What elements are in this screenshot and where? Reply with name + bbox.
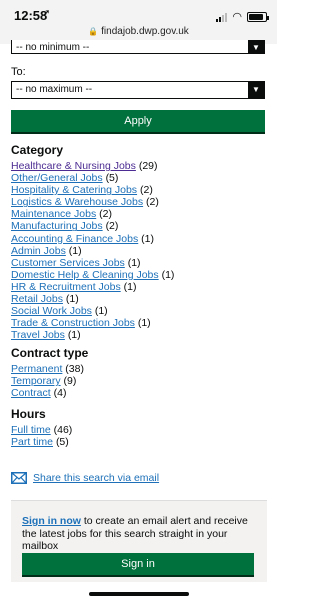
count: (46) [53,424,73,436]
maximum-select-value: -- no maximum -- [16,84,93,95]
list-item: Customer Services Jobs (1) [11,257,174,269]
contract-link[interactable]: Temporary [11,375,61,387]
status-bar: 12:58 ➚ ◠ 🔒 findajob.dwp.gov.uk [0,0,277,44]
category-link[interactable]: Other/General Jobs [11,172,103,184]
list-item: Admin Jobs (1) [11,245,174,257]
list-item: Accounting & Finance Jobs (1) [11,233,174,245]
category-link[interactable]: Hospitality & Catering Jobs [11,184,137,196]
chevron-down-icon: ▼ [248,82,264,98]
contract-link[interactable]: Permanent [11,363,62,375]
category-list: Healthcare & Nursing Jobs (29) Other/Gen… [11,160,174,341]
minimum-select-value: -- no minimum -- [16,42,90,53]
maximum-salary-select[interactable]: -- no maximum -- ▼ [11,81,265,99]
count: (5) [105,172,119,185]
url-bar[interactable]: 🔒 findajob.dwp.gov.uk [0,26,277,37]
contract-link[interactable]: Contract [11,387,51,399]
mail-icon [11,472,27,484]
list-item: Social Work Jobs (1) [11,305,174,317]
chevron-down-icon: ▼ [248,40,264,53]
list-item: Hospitality & Catering Jobs (2) [11,184,174,196]
list-item: Other/General Jobs (5) [11,172,174,184]
category-link[interactable]: Domestic Help & Cleaning Jobs [11,269,159,281]
list-item: Healthcare & Nursing Jobs (29) [11,160,174,172]
count: (1) [141,232,155,245]
wifi-icon: ◠ [232,11,242,23]
hours-heading: Hours [11,407,46,421]
list-item: Temporary (9) [11,375,84,387]
hours-link[interactable]: Part time [11,436,53,448]
count: (1) [65,293,79,306]
signal-icon [216,12,228,22]
count: (29) [138,160,158,172]
list-item: Domestic Help & Cleaning Jobs (1) [11,269,174,281]
share-via-email-link[interactable]: Share this search via email [33,472,159,484]
count: (1) [137,317,151,330]
list-item: Trade & Construction Jobs (1) [11,317,174,329]
list-item: HR & Recruitment Jobs (1) [11,281,174,293]
category-link[interactable]: Retail Jobs [11,293,63,305]
count: (5) [55,436,69,449]
count: (38) [65,363,84,375]
contract-type-heading: Contract type [11,346,89,360]
category-link[interactable]: Admin Jobs [11,245,66,257]
category-link[interactable]: Healthcare & Nursing Jobs [11,160,136,172]
list-item: Contract (4) [11,387,84,399]
category-link[interactable]: Logistics & Warehouse Jobs [11,196,143,208]
home-indicator[interactable] [89,592,189,596]
count: (2) [146,196,159,209]
category-link[interactable]: Manufacturing Jobs [11,220,103,232]
sign-in-now-link[interactable]: Sign in now [22,515,81,527]
category-link[interactable]: HR & Recruitment Jobs [11,281,121,293]
hours-link[interactable]: Full time [11,424,51,436]
hours-list: Full time (46) Part time (5) [11,424,72,448]
count: (1) [123,280,137,293]
count: (1) [127,256,141,269]
category-link[interactable]: Maintenance Jobs [11,208,96,220]
list-item: Permanent (38) [11,363,84,375]
apply-button[interactable]: Apply [11,110,265,132]
category-heading: Category [11,143,64,157]
count: (2) [105,220,119,233]
count: (4) [53,387,67,400]
category-link[interactable]: Travel Jobs [11,329,65,341]
count: (1) [161,268,175,281]
count: (2) [139,184,153,197]
list-item: Part time (5) [11,436,72,448]
location-arrow-icon: ➚ [42,8,51,19]
list-item: Manufacturing Jobs (2) [11,220,174,232]
count: (1) [68,244,82,257]
sign-in-text: Sign in now to create an email alert and… [22,515,258,553]
count: (1) [94,305,108,318]
list-item: Maintenance Jobs (2) [11,208,174,220]
category-link[interactable]: Trade & Construction Jobs [11,317,135,329]
status-icons: ◠ [216,10,269,23]
count: (2) [99,208,112,221]
count: (9) [63,375,77,388]
sign-in-panel: Sign in now to create an email alert and… [11,500,267,582]
to-label: To: [11,66,26,78]
minimum-salary-select[interactable]: -- no minimum -- ▼ [11,40,265,54]
count: (1) [67,329,81,342]
sign-in-button[interactable]: Sign in [22,553,254,575]
list-item: Full time (46) [11,424,72,436]
list-item: Retail Jobs (1) [11,293,174,305]
share-search: Share this search via email [11,472,159,484]
list-item: Travel Jobs (1) [11,329,174,341]
category-link[interactable]: Social Work Jobs [11,305,92,317]
url-text: findajob.dwp.gov.uk [101,26,189,37]
list-item: Logistics & Warehouse Jobs (2) [11,196,174,208]
category-link[interactable]: Accounting & Finance Jobs [11,233,138,245]
contract-type-list: Permanent (38) Temporary (9) Contract (4… [11,363,84,399]
lock-icon: 🔒 [88,27,99,36]
category-link[interactable]: Customer Services Jobs [11,257,125,269]
battery-icon [247,11,269,22]
